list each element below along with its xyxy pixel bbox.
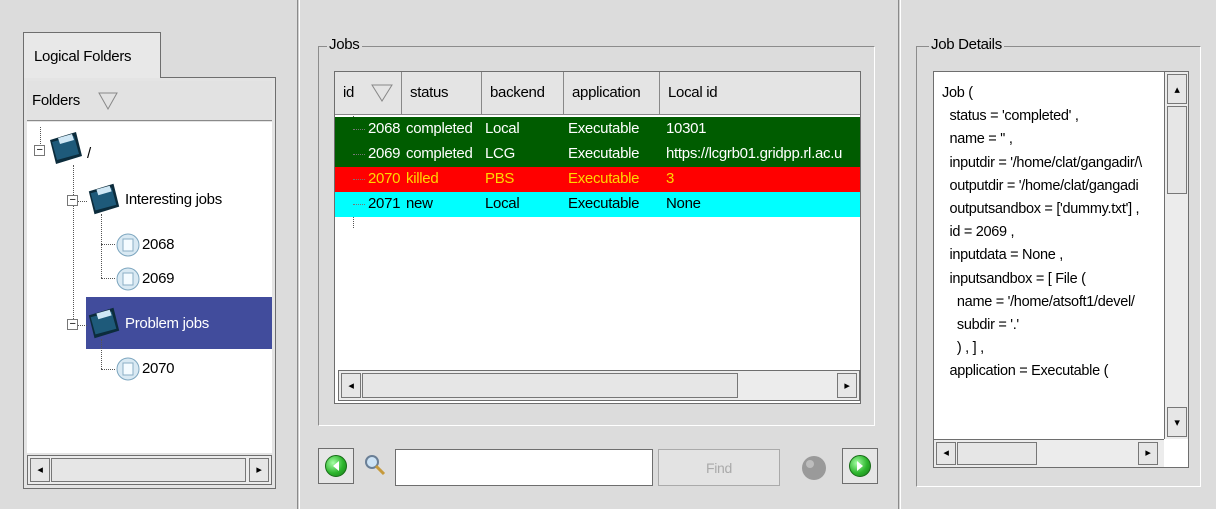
tree-node-problem-jobs[interactable]: Problem jobs (125, 315, 209, 332)
job-document-icon (116, 233, 140, 257)
job-details-line: inputsandbox = [ File ( (942, 270, 1086, 287)
job-details-line: name = '' , (942, 131, 1013, 148)
folder-icon (88, 183, 120, 215)
job-document-icon (116, 267, 140, 291)
cell-status: completed (406, 120, 473, 137)
job-details-line: inputdir = '/home/clat/gangadir/\ (942, 154, 1142, 171)
job-details-line: ) , ] , (942, 340, 984, 357)
job-details-line: subdir = '.' (942, 317, 1019, 334)
cell-id: 2068 (368, 120, 401, 137)
scroll-thumb[interactable] (51, 458, 246, 482)
collapse-interesting-toggle[interactable]: − (67, 195, 78, 206)
tab-logical-folders[interactable]: Logical Folders (23, 32, 161, 78)
job-details-line: id = 2069 , (942, 224, 1015, 241)
left-splitter[interactable] (297, 0, 300, 509)
folders-header-label: Folders (32, 92, 80, 109)
cell-backend: Local (485, 120, 520, 137)
job-document-icon (116, 357, 140, 381)
search-icon (365, 455, 386, 476)
tree-node-interesting-jobs[interactable]: Interesting jobs (125, 191, 222, 208)
column-header-local-id[interactable]: Local id (660, 72, 860, 115)
job-details-line: name = '/home/atsoft1/devel/ (942, 293, 1135, 310)
tree-node-2070[interactable]: 2070 (142, 360, 174, 377)
cell-status: new (406, 195, 433, 212)
right-splitter[interactable] (898, 0, 901, 509)
scroll-left-button[interactable]: ◂ (341, 373, 361, 398)
column-header-backend[interactable]: backend (482, 72, 564, 115)
cell-application: Executable (568, 145, 640, 162)
scroll-up-button[interactable]: ▴ (1167, 74, 1187, 104)
scroll-down-button[interactable]: ▾ (1167, 407, 1187, 437)
jobs-table: id status backend application Local id 2… (334, 71, 861, 404)
job-details-line: application = Executable ( (942, 363, 1109, 380)
cell-backend: PBS (485, 170, 515, 187)
table-row[interactable]: 2069 completed LCG Executable https://lc… (335, 142, 860, 167)
cell-local-id: None (666, 195, 701, 212)
tree-node-2069[interactable]: 2069 (142, 270, 174, 287)
cell-application: Executable (568, 195, 640, 212)
collapse-root-toggle[interactable]: − (34, 145, 45, 156)
arrow-left-icon (333, 461, 339, 471)
column-header-application[interactable]: application (564, 72, 660, 115)
cell-backend: Local (485, 195, 520, 212)
job-details-line: inputdata = None , (942, 247, 1063, 264)
next-button[interactable] (842, 448, 878, 484)
cell-id: 2069 (368, 145, 401, 162)
job-details-text: Job ( status = 'completed' , name = '' ,… (942, 82, 1162, 384)
jobs-horizontal-scrollbar[interactable]: ◂ ▸ (338, 370, 860, 401)
cell-application: Executable (568, 170, 640, 187)
tree-node-root[interactable]: / (87, 145, 91, 162)
column-header-id[interactable]: id (335, 72, 402, 115)
job-details-line: outputdir = '/home/clat/gangadi (942, 177, 1139, 194)
job-details-horizontal-scrollbar[interactable]: ◂ ▸ (934, 439, 1164, 467)
scroll-thumb[interactable] (362, 373, 738, 398)
sort-indicator-icon (371, 84, 393, 102)
arrow-right-icon (857, 461, 863, 471)
scroll-thumb[interactable] (957, 442, 1037, 465)
cell-local-id: 10301 (666, 120, 707, 137)
job-details-line: status = 'completed' , (942, 108, 1079, 125)
folder-tree-horizontal-scrollbar[interactable]: ◂ ▸ (27, 455, 272, 485)
job-details-vertical-scrollbar[interactable]: ▴ ▾ (1164, 72, 1188, 439)
job-details-text-area[interactable]: Job ( status = 'completed' , name = '' ,… (933, 71, 1189, 468)
collapse-problem-toggle[interactable]: − (67, 319, 78, 330)
cell-status: killed (406, 170, 439, 187)
job-details-line: Job ( (942, 85, 973, 101)
cell-application: Executable (568, 120, 640, 137)
sort-indicator-icon (97, 92, 118, 111)
scroll-right-button[interactable]: ▸ (837, 373, 857, 398)
job-details-title: Job Details (929, 36, 1004, 53)
cell-local-id: https://lcgrb01.gridpp.rl.ac.u (666, 145, 843, 162)
jobs-groupbox-title: Jobs (327, 36, 362, 53)
scroll-left-button[interactable]: ◂ (30, 458, 50, 482)
scroll-thumb[interactable] (1167, 106, 1187, 194)
table-row[interactable]: 2068 completed Local Executable 10301 (335, 117, 860, 142)
column-header-status[interactable]: status (402, 72, 482, 115)
folder-icon (50, 132, 82, 164)
cell-id: 2071 (368, 195, 401, 212)
cancel-search-icon[interactable] (797, 450, 833, 486)
folder-icon (88, 307, 120, 339)
search-input[interactable] (395, 449, 653, 486)
previous-button[interactable] (318, 448, 354, 484)
cell-id: 2070 (368, 170, 401, 187)
tree-node-2068[interactable]: 2068 (142, 236, 174, 253)
folders-column-header[interactable]: Folders (27, 81, 272, 121)
table-row[interactable]: 2070 killed PBS Executable 3 (335, 167, 860, 192)
cell-local-id: 3 (666, 170, 675, 187)
find-button[interactable]: Find (658, 449, 780, 486)
cell-backend: LCG (485, 145, 515, 162)
job-details-line: outputsandbox = ['dummy.txt'] , (942, 201, 1140, 218)
cell-status: completed (406, 145, 473, 162)
column-header-id-label: id (343, 84, 355, 101)
table-row[interactable]: 2071 new Local Executable None (335, 192, 860, 217)
scroll-right-button[interactable]: ▸ (1138, 442, 1158, 465)
folder-tree (27, 122, 272, 453)
scroll-right-button[interactable]: ▸ (249, 458, 269, 482)
scroll-left-button[interactable]: ◂ (936, 442, 956, 465)
